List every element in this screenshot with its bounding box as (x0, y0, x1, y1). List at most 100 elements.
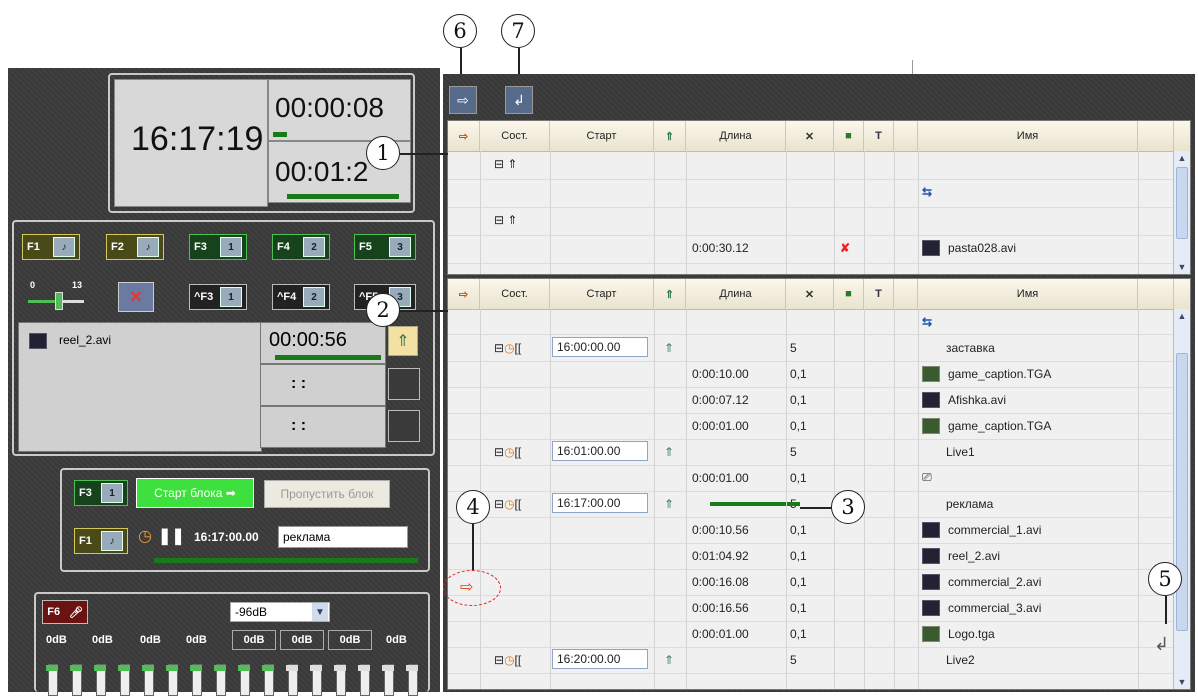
block-start-field[interactable]: 16:20:00.00 (552, 649, 648, 669)
volume-fader[interactable] (310, 664, 322, 696)
col-blank-header[interactable] (894, 279, 918, 309)
volume-fader[interactable] (238, 664, 250, 696)
table-row[interactable]: 0:01:04.92 0,1 reel_2.avi (448, 543, 1174, 570)
table-row[interactable]: 0:00:30.12 ✘ pasta028.avi (448, 235, 1174, 264)
table-row[interactable]: 0:00:01.00 0,1 game_caption.TGA (448, 413, 1174, 440)
return-up-icon[interactable]: ⇑ (664, 439, 674, 464)
volume-slider-track[interactable] (28, 292, 84, 310)
col-start-header[interactable]: Старт (550, 279, 654, 309)
table-row[interactable]: 0:00:01.00 0,1 Logo.tga (448, 621, 1174, 648)
block-schedule-icon[interactable]: ⊟ ◷[[ (494, 491, 521, 516)
fader-cap[interactable] (46, 665, 58, 671)
col-name-header[interactable]: Имя (918, 279, 1138, 309)
fader-cap[interactable] (142, 665, 154, 671)
scroll-down-icon[interactable]: ▼ (1174, 260, 1190, 274)
expand-block-icon[interactable]: ⊟ ⇑ (494, 151, 517, 176)
scroll-down-icon[interactable]: ▼ (1174, 675, 1190, 689)
fader-cap[interactable] (406, 665, 418, 671)
col-state-header[interactable]: Сост. (480, 121, 550, 151)
block-schedule-icon[interactable]: ⊟ ◷[[ (494, 335, 521, 360)
volume-fader[interactable] (46, 664, 58, 696)
col-return-header[interactable]: ⇑ (654, 121, 686, 151)
f3-block-key[interactable]: F3 1 (74, 480, 128, 506)
col-logo-header[interactable]: ■ (834, 279, 864, 309)
fader-cap[interactable] (382, 665, 394, 671)
volume-fader[interactable] (334, 664, 346, 696)
f6-key[interactable]: F6 🎤︎ (42, 600, 88, 624)
f5-key[interactable]: F5 3 (354, 234, 416, 260)
return-marker-icon[interactable]: ↲ (1154, 634, 1169, 655)
volume-slider-thumb[interactable] (54, 292, 63, 310)
current-item-marker-icon[interactable]: ⇨ (460, 577, 473, 597)
fader-cap[interactable] (70, 665, 82, 671)
scroll-up-icon[interactable]: ▲ (1174, 151, 1190, 165)
col-start-header[interactable]: Старт (550, 121, 654, 151)
return-up-icon[interactable]: ⇑ (664, 491, 674, 516)
col-extra-header[interactable] (1138, 121, 1174, 151)
block-schedule-icon[interactable]: ⊟ ◷[[ (494, 439, 521, 464)
volume-fader[interactable] (142, 664, 154, 696)
return-up-icon[interactable]: ⇑ (388, 326, 418, 356)
fader-cap[interactable] (238, 665, 250, 671)
return-icon[interactable]: ↲ (505, 86, 533, 114)
col-play-header[interactable]: ⇨ (448, 121, 480, 151)
volume-fader[interactable] (406, 664, 418, 696)
next-slot-1[interactable] (388, 368, 420, 400)
ctrl-f4-key[interactable]: ^F4 2 (272, 284, 330, 310)
fader-cap[interactable] (334, 665, 346, 671)
fader-cap[interactable] (94, 665, 106, 671)
table-row[interactable]: ⇆ (448, 309, 1174, 335)
col-blank-header[interactable] (894, 121, 918, 151)
col-length-header[interactable]: Длина (686, 279, 786, 309)
scroll-up-icon[interactable]: ▲ (1174, 309, 1190, 323)
fader-cap[interactable] (166, 665, 178, 671)
volume-fader[interactable] (94, 664, 106, 696)
col-logo-header[interactable]: ■ (834, 121, 864, 151)
go-to-current-icon[interactable]: ⇨ (449, 86, 477, 114)
start-block-button[interactable]: Старт блока ➡ (136, 478, 254, 508)
volume-fader[interactable] (262, 664, 274, 696)
fader-cap[interactable] (262, 665, 274, 671)
table-row[interactable]: ⊟ ⇑ (448, 207, 1174, 236)
f4-key[interactable]: F4 2 (272, 234, 330, 260)
chevron-down-icon[interactable]: ▼ (312, 603, 328, 621)
col-extra-header[interactable] (1138, 279, 1174, 309)
col-title-header[interactable]: T (864, 121, 894, 151)
col-length-header[interactable]: Длина (686, 121, 786, 151)
volume-fader[interactable] (190, 664, 202, 696)
volume-fader[interactable] (214, 664, 226, 696)
table-row[interactable]: 0:00:07.12 0,1 Afishka.avi (448, 387, 1174, 414)
block-row[interactable]: ⊟ ◷[[16:01:00.00 ⇑ 5 Live1 (448, 439, 1174, 466)
table-row[interactable]: 0:00:16.56 0,1 commercial_3.avi (448, 595, 1174, 622)
return-up-icon[interactable]: ⇑ (664, 647, 674, 672)
table-row[interactable]: ⇆ (448, 179, 1174, 208)
fader-cap[interactable] (118, 665, 130, 671)
expand-block-icon[interactable]: ⊟ ⇑ (494, 207, 517, 232)
block-row[interactable]: ⊟ ◷[[16:20:00.00 ⇑ 5 Live2 (448, 647, 1174, 674)
volume-fader[interactable] (166, 664, 178, 696)
block-schedule-icon[interactable]: ⊟ ◷[[ (494, 647, 521, 672)
f1-key[interactable]: F1 ♪ (22, 234, 80, 260)
fader-cap[interactable] (358, 665, 370, 671)
volume-fader[interactable] (382, 664, 394, 696)
f1-block-key[interactable]: F1 ♪ (74, 528, 128, 554)
volume-fader[interactable] (358, 664, 370, 696)
fader-cap[interactable] (310, 665, 322, 671)
table-row[interactable]: 0:00:10.56 0,1 commercial_1.avi (448, 517, 1174, 544)
playlist-scrollbar[interactable]: ▲ ▼ (1173, 309, 1190, 689)
fader-cap[interactable] (214, 665, 226, 671)
block-start-field[interactable]: 16:01:00.00 (552, 441, 648, 461)
col-play-header[interactable]: ⇨ (448, 279, 480, 309)
col-return-header[interactable]: ⇑ (654, 279, 686, 309)
col-title-header[interactable]: T (864, 279, 894, 309)
block-start-field[interactable]: 16:00:00.00 (552, 337, 648, 357)
f2-key[interactable]: F2 ♪ (106, 234, 164, 260)
volume-fader[interactable] (118, 664, 130, 696)
block-row[interactable]: ⊟ ◷[[16:00:00.00 ⇑ 5 заставка (448, 335, 1174, 362)
col-shuffle-header[interactable]: ✕ (786, 279, 834, 309)
block-row[interactable]: ⊟ ◷[[16:17:00.00⇑5реклама (448, 491, 1174, 518)
volume-fader[interactable] (286, 664, 298, 696)
table-row[interactable]: 0:00:01.00 0,1 ⎚ (448, 465, 1174, 492)
skip-block-button[interactable]: Пропустить блок (264, 480, 390, 508)
clear-playlist-icon[interactable]: ✕ (118, 282, 154, 312)
